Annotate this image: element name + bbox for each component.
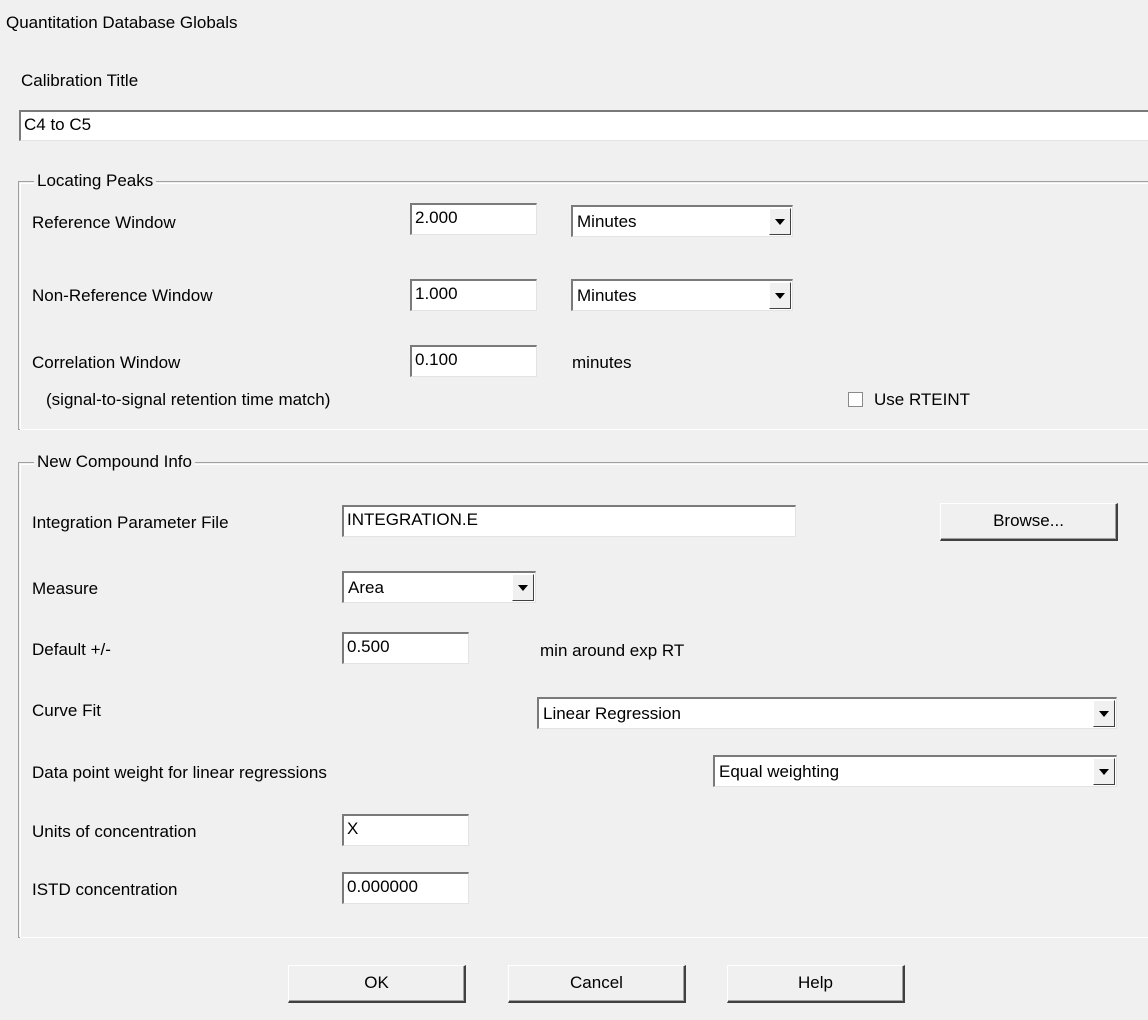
integration-file-input[interactable]: INTEGRATION.E: [342, 505, 796, 537]
chevron-down-icon[interactable]: [1093, 758, 1115, 785]
reference-window-unit-select[interactable]: Minutes: [571, 205, 793, 237]
integration-file-label: Integration Parameter File: [32, 513, 229, 532]
reference-window-label: Reference Window: [32, 213, 176, 232]
istd-label: ISTD concentration: [32, 880, 178, 899]
default-pm-input[interactable]: 0.500: [342, 632, 469, 664]
new-compound-title: New Compound Info: [34, 452, 195, 472]
reference-window-input[interactable]: 2.000: [410, 203, 537, 235]
curve-fit-select[interactable]: Linear Regression: [537, 697, 1117, 729]
curve-fit-label: Curve Fit: [32, 701, 101, 720]
measure-label: Measure: [32, 579, 99, 598]
non-reference-window-unit-select[interactable]: Minutes: [571, 279, 793, 311]
units-input[interactable]: X: [342, 814, 469, 846]
curve-fit-value: Linear Regression: [543, 704, 681, 723]
istd-input[interactable]: 0.000000: [342, 872, 469, 904]
cancel-button[interactable]: Cancel: [508, 965, 686, 1003]
measure-select[interactable]: Area: [342, 571, 536, 603]
correlation-window-input[interactable]: 0.100: [410, 345, 537, 377]
weight-select[interactable]: Equal weighting: [713, 755, 1117, 787]
correlation-window-note: (signal-to-signal retention time match): [46, 390, 331, 409]
non-reference-window-input[interactable]: 1.000: [410, 279, 537, 311]
calibration-title-input[interactable]: C4 to C5: [19, 110, 1148, 141]
calibration-title-label: Calibration Title: [21, 71, 139, 90]
use-rteint-label[interactable]: Use RTEINT: [874, 390, 970, 410]
measure-value: Area: [348, 578, 384, 597]
chevron-down-icon[interactable]: [769, 208, 791, 235]
locating-peaks-title: Locating Peaks: [34, 171, 157, 191]
help-button[interactable]: Help: [727, 965, 905, 1003]
default-pm-label: Default +/-: [32, 640, 111, 659]
chevron-down-icon[interactable]: [769, 282, 791, 309]
non-reference-window-unit-value: Minutes: [577, 286, 637, 305]
reference-window-unit-value: Minutes: [577, 212, 637, 231]
non-reference-window-label: Non-Reference Window: [32, 286, 213, 305]
weight-label: Data point weight for linear regressions: [32, 763, 327, 782]
checkbox-icon[interactable]: [848, 392, 863, 407]
chevron-down-icon[interactable]: [1093, 700, 1115, 727]
window-title: Quantitation Database Globals: [6, 13, 238, 32]
units-label: Units of concentration: [32, 822, 197, 841]
weight-value: Equal weighting: [719, 762, 840, 781]
ok-button[interactable]: OK: [288, 965, 466, 1003]
default-pm-unit: min around exp RT: [540, 641, 685, 660]
correlation-window-unit: minutes: [572, 353, 632, 372]
correlation-window-label: Correlation Window: [32, 353, 181, 372]
chevron-down-icon[interactable]: [512, 574, 534, 601]
browse-button[interactable]: Browse...: [940, 503, 1118, 541]
